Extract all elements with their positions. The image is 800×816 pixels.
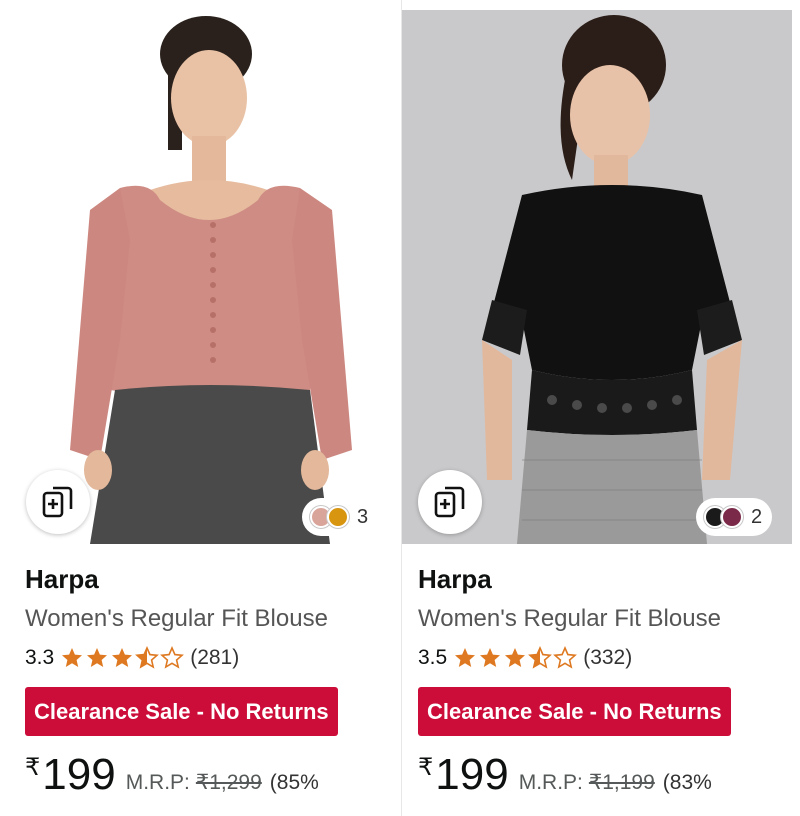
compare-cards-icon: [42, 486, 73, 518]
product-grid: 3 Harpa Women's Regular Fit Blouse 3.3 (…: [0, 0, 800, 816]
product-image[interactable]: 3: [10, 10, 392, 544]
product-photo: [10, 10, 392, 544]
swatch-count: 2: [751, 505, 763, 528]
star-rating-icon: [60, 646, 185, 670]
color-swatches[interactable]: 2: [696, 498, 773, 536]
rating-row[interactable]: 3.5 (332): [418, 641, 788, 675]
rating-value: 3.5: [418, 646, 448, 669]
price: 199: [42, 750, 116, 799]
mrp-label: M.R.P:: [518, 771, 583, 794]
color-swatch[interactable]: [721, 506, 743, 528]
price: 199: [435, 750, 509, 799]
color-swatches[interactable]: 3: [302, 498, 379, 536]
compare-button[interactable]: [26, 470, 90, 534]
product-card[interactable]: 2 Harpa Women's Regular Fit Blouse 3.5 (…: [401, 0, 792, 816]
price-row: ₹ 199 M.R.P: ₹1,199 (83%: [418, 750, 788, 800]
review-count[interactable]: (281): [190, 646, 239, 670]
clearance-badge: Clearance Sale - No Returns: [25, 687, 338, 736]
color-swatch[interactable]: [327, 506, 349, 528]
product-title[interactable]: Women's Regular Fit Blouse: [25, 603, 395, 635]
brand-name[interactable]: Harpa: [25, 562, 395, 596]
clearance-badge: Clearance Sale - No Returns: [418, 687, 731, 736]
discount-percent: (85%: [269, 771, 319, 794]
star-rating-icon: [453, 646, 578, 670]
product-photo: [402, 10, 792, 544]
mrp-value: ₹1,199: [588, 771, 655, 794]
product-title[interactable]: Women's Regular Fit Blouse: [418, 603, 788, 635]
product-info: Harpa Women's Regular Fit Blouse 3.5 (33…: [418, 562, 788, 800]
swatch-count: 3: [357, 505, 369, 528]
mrp-value: ₹1,299: [195, 771, 262, 794]
brand-name[interactable]: Harpa: [418, 562, 788, 596]
compare-button[interactable]: [418, 470, 482, 534]
discount-percent: (83%: [662, 771, 712, 794]
currency-symbol: ₹: [25, 754, 41, 781]
currency-symbol: ₹: [418, 754, 434, 781]
compare-cards-icon: [434, 486, 465, 518]
product-info: Harpa Women's Regular Fit Blouse 3.3 (28…: [25, 562, 395, 800]
rating-row[interactable]: 3.3 (281): [25, 641, 395, 675]
review-count[interactable]: (332): [583, 646, 632, 670]
price-row: ₹ 199 M.R.P: ₹1,299 (85%: [25, 750, 395, 800]
mrp-label: M.R.P:: [125, 771, 190, 794]
rating-value: 3.3: [25, 646, 55, 669]
product-image[interactable]: 2: [402, 10, 792, 544]
product-card[interactable]: 3 Harpa Women's Regular Fit Blouse 3.3 (…: [10, 0, 400, 816]
